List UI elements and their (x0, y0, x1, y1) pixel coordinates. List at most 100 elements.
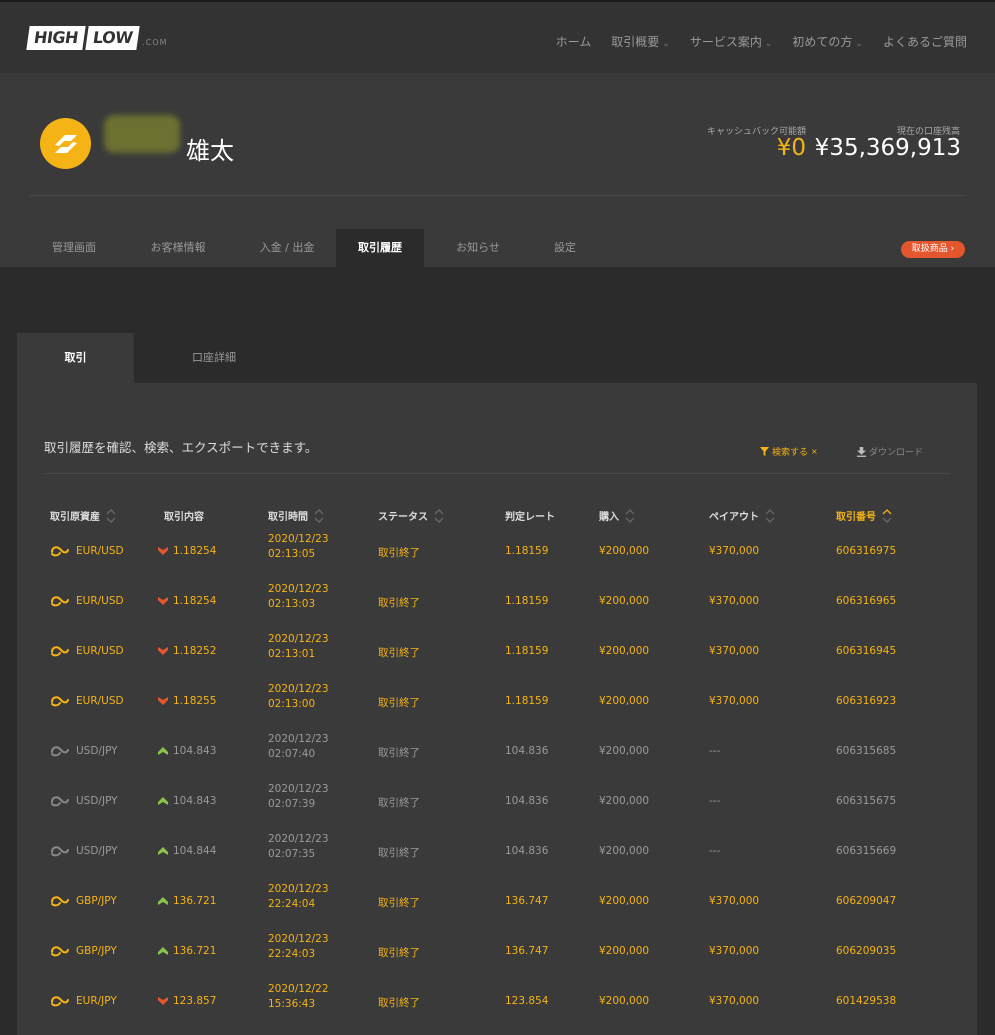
trade-clock: 02:07:35 (268, 848, 316, 860)
status-cell: 取引終了 (378, 747, 420, 759)
trade-time: 2020/12/22 15:36:43 (268, 982, 329, 1012)
trade-id-cell[interactable]: 606316965 (836, 595, 896, 607)
trade-clock: 02:13:00 (268, 698, 316, 710)
payout-cell: ¥370,000 (709, 945, 760, 957)
account-tab[interactable]: お知らせ (424, 229, 532, 267)
column-header-label: ペイアウト (709, 512, 759, 523)
direction-cell: 1.18252 (158, 645, 216, 657)
currency-pair-icon (51, 946, 69, 957)
trade-id-cell[interactable]: 606315675 (836, 795, 896, 807)
asset-cell: EUR/USD (50, 595, 124, 607)
column-header-label: 判定レート (505, 512, 555, 523)
divider (44, 473, 950, 474)
purchase-cell: ¥200,000 (599, 595, 650, 607)
asset-name: GBP/JPY (76, 895, 117, 907)
trade-clock: 15:36:43 (268, 998, 316, 1010)
arrow-up-icon (158, 847, 168, 855)
download-button[interactable]: ダウンロード (857, 445, 923, 458)
nav-item[interactable]: ホーム (556, 33, 592, 50)
sort-icon[interactable] (882, 508, 892, 523)
table-row[interactable]: EUR/USD 1.18252 2020/12/23 02:13:01 取引終了 1.18… (17, 628, 977, 678)
sort-icon[interactable] (765, 508, 775, 523)
strike-price: 104.843 (173, 795, 217, 807)
asset-cell: USD/JPY (50, 845, 118, 857)
arrow-up-icon (158, 797, 168, 805)
trade-id-cell[interactable]: 606316975 (836, 545, 896, 557)
rate-cell: 1.18159 (505, 645, 549, 657)
strike-price: 1.18255 (173, 695, 217, 707)
asset-name: USD/JPY (76, 845, 118, 857)
column-header-label: 購入 (599, 512, 619, 523)
sort-icon[interactable] (314, 508, 324, 523)
filter-icon (760, 447, 769, 456)
nav-item[interactable]: よくあるご質問 (883, 33, 967, 50)
rate-cell: 136.747 (505, 895, 549, 907)
currency-pair-icon (51, 546, 69, 557)
trade-clock: 02:13:05 (268, 548, 316, 560)
trade-id-cell[interactable]: 606315669 (836, 845, 896, 857)
asset-name: EUR/USD (76, 545, 124, 557)
tab-trades[interactable]: 取引 (17, 333, 134, 383)
main-nav: ホーム 取引概要 ⌄ サービス案内 ⌄ 初めての方 ⌄ よくあるご質問 (556, 33, 967, 50)
status-cell: 取引終了 (378, 647, 420, 659)
table-row[interactable]: USD/JPY 104.843 2020/12/23 02:07:40 取引終了 104.… (17, 728, 977, 778)
account-tab[interactable]: 管理画面 (30, 229, 118, 267)
trade-id-cell[interactable]: 606209035 (836, 945, 896, 957)
trade-date: 2020/12/23 (268, 583, 329, 595)
search-close-icon[interactable]: × (811, 447, 818, 456)
purchase-cell: ¥200,000 (599, 745, 650, 757)
sort-icon[interactable] (625, 508, 635, 523)
table-row[interactable]: EUR/USD 1.18254 2020/12/23 02:13:03 取引終了 1.18… (17, 578, 977, 628)
nav-item[interactable]: 取引概要 ⌄ (611, 33, 670, 50)
column-header[interactable]: 取引番号 (836, 508, 892, 523)
trade-id-cell[interactable]: 606316945 (836, 645, 896, 657)
sort-icon[interactable] (106, 508, 116, 523)
trade-time: 2020/12/23 02:13:05 (268, 532, 329, 562)
rate-cell: 104.836 (505, 745, 549, 757)
table-row[interactable]: USD/JPY 104.843 2020/12/23 02:07:39 取引終了 104.… (17, 778, 977, 828)
trade-time: 2020/12/23 02:13:01 (268, 632, 329, 662)
asset-name: EUR/JPY (76, 995, 117, 1007)
trade-clock: 02:13:01 (268, 648, 316, 660)
currency-pair-icon (51, 796, 69, 807)
account-tab[interactable]: 設定 (532, 229, 598, 267)
trade-id-cell[interactable]: 601429538 (836, 995, 896, 1007)
purchase-cell: ¥200,000 (599, 645, 650, 657)
products-button[interactable]: 取扱商品 › (901, 241, 965, 258)
direction-cell: 1.18254 (158, 595, 216, 607)
highlow-logo[interactable]: HIGH LOW .COM (26, 26, 168, 50)
nav-item-label: よくあるご質問 (882, 35, 967, 49)
payout-cell: ¥370,000 (709, 545, 760, 557)
table-row[interactable]: EUR/USD 1.18254 2020/12/23 02:13:05 取引終了 1.18… (17, 528, 977, 578)
column-header: 取引内容 (164, 508, 204, 523)
table-row[interactable]: USD/JPY 104.844 2020/12/23 02:07:35 取引終了 104.… (17, 828, 977, 878)
column-header-label: 取引時間 (268, 512, 308, 523)
account-tab[interactable]: お客様情報 (118, 229, 238, 267)
nav-item[interactable]: 初めての方 ⌄ (792, 33, 863, 50)
table-row[interactable]: GBP/JPY 136.721 2020/12/23 22:24:03 取引終了 136.… (17, 928, 977, 978)
table-row[interactable]: GBP/JPY 136.721 2020/12/23 22:24:04 取引終了 136.… (17, 878, 977, 928)
status-cell: 取引終了 (378, 597, 420, 609)
trade-history-panel: 取引履歴を確認、検索、エクスポートできます。 検索する × ダウンロード 取引原… (17, 383, 977, 1035)
search-button[interactable]: 検索する × (760, 445, 818, 458)
asset-cell: USD/JPY (50, 745, 118, 757)
column-header[interactable]: 購入 (599, 508, 635, 523)
payout-cell: ¥370,000 (709, 645, 760, 657)
tab-account-details[interactable]: 口座詳細 (134, 333, 294, 383)
trade-date: 2020/12/23 (268, 733, 329, 745)
trade-id-cell[interactable]: 606315685 (836, 745, 896, 757)
table-row[interactable]: EUR/USD 1.18255 2020/12/23 02:13:00 取引終了 1.18… (17, 678, 977, 728)
status-cell: 取引終了 (378, 897, 420, 909)
table-row[interactable]: EUR/JPY 123.857 2020/12/22 15:36:43 取引終了 123.… (17, 978, 977, 1028)
column-header[interactable]: ステータス (378, 508, 444, 523)
trade-id-cell[interactable]: 606316923 (836, 695, 896, 707)
nav-item[interactable]: サービス案内 ⌄ (690, 33, 773, 50)
divider (30, 195, 965, 196)
column-header[interactable]: 取引時間 (268, 508, 324, 523)
account-tab[interactable]: 入金 / 出金 (238, 229, 336, 267)
trade-id-cell[interactable]: 606209047 (836, 895, 896, 907)
column-header[interactable]: ペイアウト (709, 508, 775, 523)
sort-icon[interactable] (434, 508, 444, 523)
column-header[interactable]: 取引原資産 (50, 508, 116, 523)
account-tab[interactable]: 取引履歴 (336, 229, 424, 267)
